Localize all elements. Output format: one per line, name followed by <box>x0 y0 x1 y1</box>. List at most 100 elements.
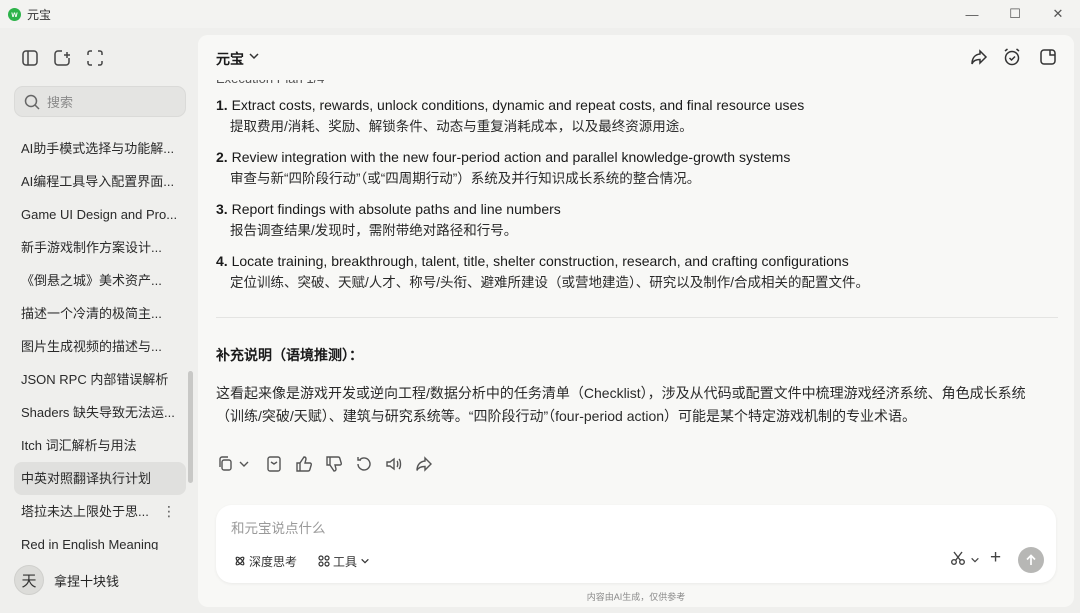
ai-disclaimer: 内容由AI生成，仅供参考 <box>586 592 686 602</box>
search-box[interactable] <box>14 86 186 117</box>
add-attachment-button[interactable]: + <box>990 547 1001 569</box>
history-item-label: Shaders 缺失导致无法运... <box>21 405 175 420</box>
divider <box>216 317 1058 318</box>
step-english-text: Locate training, breakthrough, talent, t… <box>231 253 849 269</box>
regenerate-icon[interactable] <box>354 455 374 473</box>
step-chinese: 审查与新“四阶段行动”（或“四周期行动”）系统及并行知识成长系统的整合情况。 <box>230 171 701 186</box>
conversation-content: Execution Plan 1/4 1. Extract costs, rew… <box>216 65 1058 428</box>
arrow-up-icon <box>1026 554 1036 565</box>
share-icon[interactable] <box>414 455 434 473</box>
sidebar-scrollbar[interactable] <box>188 371 193 483</box>
step-chinese: 报告调查结果/发现时，需附带绝对路径和行号。 <box>230 223 518 238</box>
sidebar: AI助手模式选择与功能解... AI编程工具导入配置界面... Game UI De… <box>0 28 198 613</box>
user-name: 拿捏十块钱 <box>54 573 120 589</box>
maximize-button[interactable]: ☐ <box>993 0 1037 28</box>
sidebar-history-item[interactable]: Shaders 缺失导致无法运... <box>14 396 186 429</box>
screenshot-icon[interactable] <box>85 48 105 68</box>
sidebar-history-item[interactable]: 图片生成视频的描述与... <box>14 330 186 363</box>
main-panel: Execution Plan 1/4 1. Extract costs, rew… <box>198 35 1074 607</box>
history-item-label: JSON RPC 内部错误解析 <box>21 372 169 387</box>
step-english: 1. Extract costs, rewards, unlock condit… <box>216 95 1058 116</box>
search-input[interactable] <box>47 91 177 113</box>
step-number: 3. <box>216 201 228 217</box>
message-composer: 深度思考 工具 + <box>216 505 1056 583</box>
step-number: 4. <box>216 253 228 269</box>
history-item-label: 描述一个冷清的极简主... <box>21 306 162 321</box>
model-selector[interactable]: 元宝 <box>216 49 244 69</box>
supplement-title: 补充说明（语境推测）： <box>216 347 363 363</box>
tools-button[interactable]: 工具 <box>318 551 373 571</box>
history-item-label: 图片生成视频的描述与... <box>21 339 162 354</box>
deep-think-label: 深度思考 <box>249 554 298 569</box>
bookmark-icon[interactable] <box>264 455 284 473</box>
more-options-icon[interactable]: ⋮ <box>162 495 176 528</box>
history-item-label: 新手游戏制作方案设计... <box>21 240 162 255</box>
plan-step: 3. Report findings with absolute paths a… <box>216 199 1058 241</box>
chevron-down-icon[interactable] <box>248 50 260 62</box>
sidebar-history-item[interactable]: 塔拉未达上限处于思... ⋮ <box>14 495 186 528</box>
new-chat-icon[interactable] <box>52 48 72 68</box>
thumbs-up-icon[interactable] <box>294 455 314 473</box>
tools-grid-icon <box>318 555 330 567</box>
message-actions <box>216 454 444 474</box>
deep-think-button[interactable]: 深度思考 <box>234 551 297 571</box>
sidebar-history-item[interactable]: 新手游戏制作方案设计... <box>14 231 186 264</box>
minimize-button[interactable]: — <box>950 0 994 28</box>
scissors-icon[interactable] <box>950 550 966 566</box>
sidebar-history-item[interactable]: Itch 词汇解析与用法 <box>14 429 186 462</box>
tools-label: 工具 <box>333 554 358 569</box>
sidebar-history-item[interactable]: Game UI Design and Pro... <box>14 198 186 231</box>
share-icon[interactable] <box>969 47 989 67</box>
sidebar-history-item[interactable]: 中英对照翻译执行计划 <box>14 462 186 495</box>
step-english-text: Report findings with absolute paths and … <box>231 201 561 217</box>
step-number: 2. <box>216 149 228 165</box>
chevron-down-icon[interactable] <box>970 555 980 565</box>
window-title: 元宝 <box>27 8 52 22</box>
history-item-label: Red in English Meaning <box>21 537 159 550</box>
chevron-down-icon[interactable] <box>238 455 250 473</box>
history-item-label: AI编程工具导入配置界面... <box>21 174 175 189</box>
plan-step: 2. Review integration with the new four-… <box>216 147 1058 189</box>
sidebar-toggle-icon[interactable] <box>20 48 40 68</box>
step-english: 3. Report findings with absolute paths a… <box>216 199 1058 220</box>
step-english-text: Extract costs, rewards, unlock condition… <box>231 97 805 113</box>
copy-icon[interactable] <box>216 455 236 473</box>
sidebar-history-item[interactable]: 描述一个冷清的极简主... <box>14 297 186 330</box>
sidebar-history-item[interactable]: 《倒悬之城》美术资产... <box>14 264 186 297</box>
plan-step: 4. Locate training, breakthrough, talent… <box>216 251 1058 293</box>
step-number: 1. <box>216 97 228 113</box>
title-bar: w 元宝 — ☐ ✕ <box>0 0 1080 28</box>
step-english-text: Review integration with the new four-per… <box>231 149 791 165</box>
step-chinese: 提取费用/消耗、奖励、解锁条件、动态与重复消耗成本，以及最终资源用途。 <box>230 119 693 134</box>
sidebar-history-item[interactable]: Red in English Meaning <box>14 528 186 550</box>
history-item-label: 中英对照翻译执行计划 <box>21 471 152 486</box>
history-item-label: AI助手模式选择与功能解... <box>21 141 175 156</box>
chat-header: 元宝 <box>198 35 1074 80</box>
new-window-icon[interactable] <box>1038 47 1058 67</box>
history-item-label: 《倒悬之城》美术资产... <box>21 273 162 288</box>
speaker-icon[interactable] <box>384 455 404 473</box>
user-profile[interactable]: 天 拿捏十块钱 <box>14 563 119 597</box>
step-english: 4. Locate training, breakthrough, talent… <box>216 251 1058 272</box>
step-chinese: 定位训练、突破、天赋/人才、称号/头衔、避难所建设（或营地建造）、研究以及制作/… <box>230 275 870 290</box>
search-icon <box>24 94 40 110</box>
thumbs-down-icon[interactable] <box>324 455 344 473</box>
chat-history-list: AI助手模式选择与功能解... AI编程工具导入配置界面... Game UI De… <box>14 132 186 550</box>
chevron-down-icon <box>361 558 369 564</box>
history-item-label: 塔拉未达上限处于思... <box>21 504 149 519</box>
history-item-label: Itch 词汇解析与用法 <box>21 438 137 453</box>
avatar: 天 <box>14 565 44 595</box>
message-input[interactable] <box>231 517 931 539</box>
step-english: 2. Review integration with the new four-… <box>216 147 1058 168</box>
sidebar-history-item[interactable]: AI编程工具导入配置界面... <box>14 165 186 198</box>
sidebar-history-item[interactable]: JSON RPC 内部错误解析 <box>14 363 186 396</box>
sidebar-history-item[interactable]: AI助手模式选择与功能解... <box>14 132 186 165</box>
atom-icon <box>235 556 245 566</box>
plan-step: 1. Extract costs, rewards, unlock condit… <box>216 95 1058 137</box>
send-button[interactable] <box>1018 547 1044 573</box>
alarm-clock-icon[interactable] <box>1002 47 1022 67</box>
supplement-text: 这看起来像是游戏开发或逆向工程/数据分析中的任务清单（Checklist），涉及… <box>216 385 1026 424</box>
steps-list: 1. Extract costs, rewards, unlock condit… <box>216 95 1058 293</box>
history-item-label: Game UI Design and Pro... <box>21 207 178 222</box>
close-button[interactable]: ✕ <box>1036 0 1080 28</box>
